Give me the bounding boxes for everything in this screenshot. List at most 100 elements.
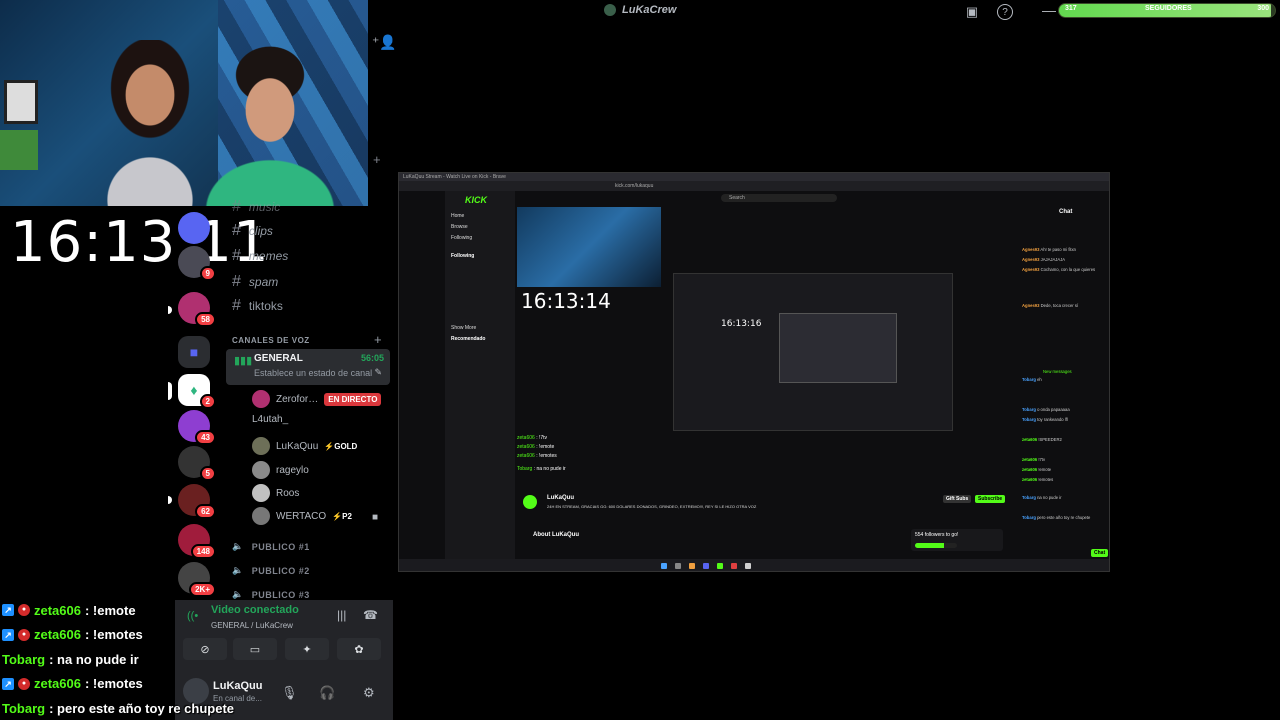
member-name: LuKaQuu (276, 440, 319, 452)
voice-category-header[interactable]: CANALES DE VOZ (232, 336, 310, 345)
noise-suppression-icon[interactable]: ||| (337, 608, 346, 622)
server-icon[interactable]: 148 (178, 524, 216, 559)
chat-message: Agnes93 Cochamo, con la que quieres (1022, 267, 1096, 272)
voice-member[interactable]: LuKaQuu ⚡GOLD (252, 437, 357, 455)
chat-line: Tobarg : na no pude ir (517, 466, 566, 472)
folder-icon[interactable] (689, 563, 695, 569)
avatar (252, 461, 270, 479)
chat-message: : !emote (84, 602, 136, 618)
voice-channel-general[interactable]: ▮▮▮ GENERAL 56:05 Establece un estado de… (226, 349, 390, 385)
voice-member[interactable]: Zerofor… EN DIRECTO (252, 390, 382, 408)
server-icon[interactable]: 62 (178, 484, 216, 519)
help-icon[interactable]: ? (997, 4, 1013, 20)
voice-channel-publico-1[interactable]: 🔈 PUBLICO #1 (232, 541, 310, 552)
badge-icon: ↗ (2, 628, 14, 641)
address-bar[interactable]: kick.com/lukaquu (615, 183, 653, 189)
voice-channel-publico-2[interactable]: 🔈 PUBLICO #2 (232, 565, 310, 576)
chat-message: Agnes93 Ah! te paso mi fitxn (1022, 247, 1077, 252)
chat-message: zeta606 !emotes (1022, 477, 1054, 482)
server-icon[interactable]: 58 (178, 292, 216, 327)
search-input[interactable]: Search (721, 194, 837, 202)
edit-icon[interactable]: ✎ (374, 367, 382, 378)
about-heading: About LuKaQuu (533, 532, 579, 538)
member-name: L4utah_ (252, 414, 289, 425)
hash-icon: # (232, 222, 241, 239)
channel-label: PUBLICO #1 (251, 541, 310, 552)
chat-title: Chat (1059, 209, 1073, 215)
soundboard-button[interactable]: ✿ (337, 638, 381, 660)
unread-pill (168, 306, 172, 314)
inbox-icon[interactable]: ▣ (964, 4, 980, 20)
add-friend-icon[interactable]: ⁺👤 (372, 34, 397, 51)
hash-icon: # (232, 247, 241, 264)
avatar (252, 507, 270, 525)
server-icon[interactable]: 5 (178, 446, 216, 481)
shared-screen[interactable]: LuKaQuu Stream - Watch Live on Kick - Br… (398, 172, 1110, 572)
badge-icon: ● (18, 677, 30, 690)
voice-member[interactable]: rageylo (252, 461, 309, 479)
chat-message: Tobarg eh (1022, 377, 1042, 382)
add-category-icon[interactable]: + (373, 152, 381, 167)
streamer-boy (190, 40, 360, 206)
chat-message: Tobarg toy rankeando lfl (1022, 417, 1068, 422)
search-placeholder: Search (729, 195, 745, 201)
search-icon[interactable] (675, 563, 681, 569)
gift-subs-button[interactable]: Gift Subs (943, 495, 972, 503)
nav-home[interactable]: Home (451, 213, 464, 219)
subscribe-button[interactable]: Subscribe (975, 495, 1006, 503)
nav-following[interactable]: Following (451, 235, 472, 241)
kick-icon[interactable] (717, 563, 723, 569)
follower-goal: 300 (1257, 5, 1269, 12)
channel-clips[interactable]: # clips (232, 222, 273, 240)
kick-logo[interactable]: KICK (465, 195, 487, 205)
role-tag: ⚡P2 (332, 511, 352, 521)
channel-name[interactable]: LuKaQuu (547, 495, 574, 501)
server-badge: 58 (195, 312, 216, 327)
chat-line: zeta606 : !emotes (517, 453, 557, 459)
speaker-icon: 🔈 (232, 565, 244, 575)
server-icon[interactable]: 9 (178, 246, 216, 281)
channel-label: clips (248, 224, 273, 238)
app-icon[interactable] (731, 563, 737, 569)
folder-icon[interactable]: ■ (178, 336, 210, 368)
disconnect-icon[interactable]: ☎ (363, 608, 378, 622)
chat-message: : !emotes (84, 627, 143, 643)
minimize-icon[interactable]: — (1042, 2, 1056, 18)
channel-memes[interactable]: # memes (232, 247, 288, 265)
chat-message: Tobarg pero este año toy re chupete (1022, 515, 1091, 520)
server-icon[interactable]: ♦ 2 (178, 374, 216, 409)
voice-member[interactable]: L4utah_ (252, 414, 288, 425)
headphones-icon[interactable]: 🎧 (319, 685, 335, 701)
chat-username: Tobarg (2, 700, 46, 716)
settings-gear-icon[interactable]: ⚙ (363, 685, 375, 701)
kick-chat-panel: Chat Agnes93 Ah! te paso mi fitxn Agnes9… (1019, 207, 1109, 557)
chat-line: ↗ ● zeta606 : !emote (2, 598, 302, 623)
creeper-figure (0, 130, 38, 170)
add-voice-channel-icon[interactable]: + (374, 332, 382, 347)
channel-avatar[interactable] (523, 495, 537, 509)
app-icon[interactable] (745, 563, 751, 569)
channel-tiktoks[interactable]: # tiktoks (232, 297, 283, 315)
channel-music[interactable]: # music (232, 198, 280, 216)
voice-member[interactable]: Roos (252, 484, 299, 502)
unread-pill (168, 496, 172, 504)
browser-window-title: LuKaQuu Stream - Watch Live on Kick - Br… (403, 174, 506, 180)
channel-list: # music # clips # memes # spam # tiktoks CANA… (222, 196, 392, 606)
chat-message: Agnes93 Dede, toca crecer sí (1022, 303, 1079, 308)
server-icon[interactable]: 2K+ (178, 562, 216, 597)
server-badge: 148 (190, 544, 216, 559)
channel-spam[interactable]: # spam (232, 273, 278, 291)
nested-webcam (517, 207, 661, 287)
channel-status-text[interactable]: Establece un estado de canal (254, 368, 372, 378)
chat-send-button[interactable]: Chat (1091, 549, 1109, 557)
start-icon[interactable] (661, 563, 667, 569)
discord-icon[interactable] (703, 563, 709, 569)
nav-browse[interactable]: Browse (451, 224, 468, 230)
member-name: rageylo (276, 464, 309, 476)
show-more-link[interactable]: Show More (451, 325, 476, 331)
server-icon[interactable]: 43 (178, 410, 216, 445)
channel-label: tiktoks (248, 299, 283, 313)
server-icon[interactable] (178, 212, 210, 244)
voice-member[interactable]: WERTACO ⚡P2 (252, 507, 352, 525)
speaker-active-icon: ▮▮▮ (234, 355, 253, 367)
